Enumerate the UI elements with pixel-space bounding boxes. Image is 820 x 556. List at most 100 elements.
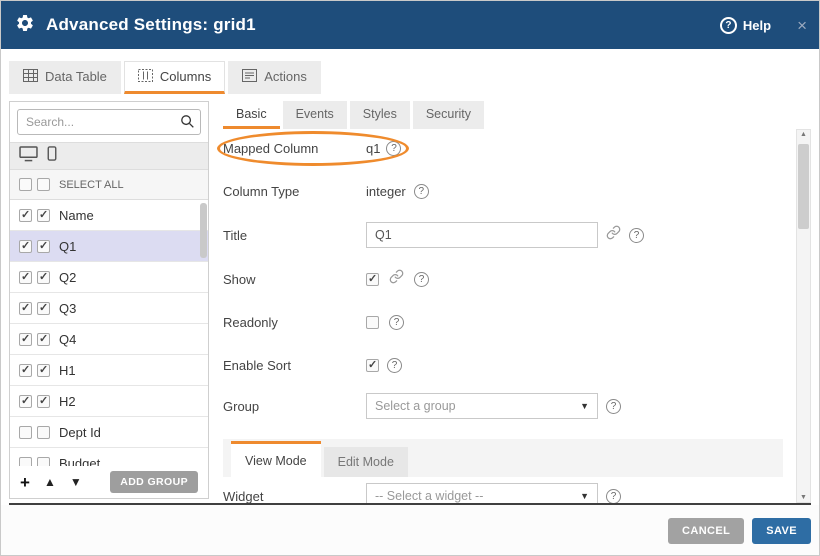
desktop-visibility-checkbox[interactable] [19, 333, 32, 346]
tab-label: Data Table [45, 69, 107, 84]
title-link-icon[interactable] [606, 225, 621, 245]
column-list-item[interactable]: Name [10, 200, 208, 231]
select-all-desktop-checkbox[interactable] [19, 178, 32, 191]
desktop-visibility-checkbox[interactable] [19, 457, 32, 467]
column-list-item[interactable]: Q4 [10, 324, 208, 355]
column-row-label: Name [59, 208, 94, 223]
enable-sort-label: Enable Sort [223, 358, 366, 373]
mobile-icon[interactable] [47, 146, 57, 166]
help-icon: ? [720, 17, 737, 34]
tab-columns[interactable]: Columns [124, 61, 225, 94]
tab-security[interactable]: Security [413, 101, 484, 129]
column-row-label: H2 [59, 394, 76, 409]
form-scrollbar-thumb[interactable] [798, 144, 809, 229]
mode-tabs-strip: View Mode Edit Mode [223, 439, 783, 477]
search-area [10, 102, 208, 142]
column-list-item[interactable]: H2 [10, 386, 208, 417]
dialog-footer: CANCEL SAVE [1, 505, 820, 556]
column-type-value: integer [366, 184, 406, 199]
mapped-column-value: q1 [366, 141, 380, 156]
mapped-column-row: Mapped Column q1 ? [223, 135, 783, 161]
search-input[interactable] [17, 109, 201, 135]
desktop-visibility-checkbox[interactable] [19, 302, 32, 315]
column-type-help-icon[interactable]: ? [414, 184, 429, 199]
save-button[interactable]: SAVE [752, 518, 811, 544]
mobile-visibility-checkbox[interactable] [37, 364, 50, 377]
readonly-checkbox[interactable] [366, 316, 379, 329]
list-scrollbar-thumb[interactable] [200, 203, 207, 258]
cancel-button[interactable]: CANCEL [668, 518, 744, 544]
scroll-down-icon[interactable]: ▼ [797, 494, 810, 501]
column-list-item[interactable]: Dept Id [10, 417, 208, 448]
show-row: Show ? [223, 266, 783, 292]
desktop-visibility-checkbox[interactable] [19, 271, 32, 284]
mobile-visibility-checkbox[interactable] [37, 457, 50, 467]
group-row: Group Select a group ▼ ? [223, 393, 783, 419]
tab-data-table[interactable]: Data Table [9, 61, 121, 94]
enable-sort-row: Enable Sort ? [223, 352, 783, 378]
tab-label: Columns [160, 69, 211, 84]
column-list-item[interactable]: Budget [10, 448, 208, 466]
readonly-row: Readonly ? [223, 309, 783, 335]
column-list-item[interactable]: H1 [10, 355, 208, 386]
select-all-row[interactable]: SELECT ALL [10, 170, 208, 200]
move-up-button[interactable]: ▲ [44, 476, 56, 488]
move-down-button[interactable]: ▼ [70, 476, 82, 488]
desktop-visibility-checkbox[interactable] [19, 395, 32, 408]
tab-events[interactable]: Events [283, 101, 347, 129]
tab-styles[interactable]: Styles [350, 101, 410, 129]
add-group-button[interactable]: ADD GROUP [110, 471, 198, 493]
mobile-visibility-checkbox[interactable] [37, 395, 50, 408]
show-checkbox[interactable] [366, 273, 379, 286]
main-tabs: Data Table Columns Actions [9, 61, 321, 94]
tab-basic[interactable]: Basic [223, 101, 280, 129]
desktop-visibility-checkbox[interactable] [19, 209, 32, 222]
form-scrollbar[interactable]: ▲ ▼ [796, 129, 811, 503]
advanced-settings-dialog: Advanced Settings: grid1 ? Help × Data T… [0, 0, 820, 556]
show-link-icon[interactable] [389, 269, 404, 289]
show-help-icon[interactable]: ? [414, 272, 429, 287]
dialog-header: Advanced Settings: grid1 ? Help × [1, 1, 820, 49]
title-input[interactable] [366, 222, 598, 248]
help-button[interactable]: ? Help [720, 17, 771, 34]
mobile-visibility-checkbox[interactable] [37, 240, 50, 253]
desktop-icon[interactable] [19, 146, 38, 167]
column-row-label: H1 [59, 363, 76, 378]
search-icon[interactable] [180, 114, 195, 134]
scroll-up-icon[interactable]: ▲ [797, 131, 810, 138]
mobile-visibility-checkbox[interactable] [37, 271, 50, 284]
tab-view-mode[interactable]: View Mode [231, 441, 321, 477]
column-type-row: Column Type integer ? [223, 178, 783, 204]
tab-actions[interactable]: Actions [228, 61, 321, 94]
select-all-mobile-checkbox[interactable] [37, 178, 50, 191]
column-list-item[interactable]: Q3 [10, 293, 208, 324]
tab-label: Actions [264, 69, 307, 84]
group-dropdown[interactable]: Select a group ▼ [366, 393, 598, 419]
mapped-column-help-icon[interactable]: ? [386, 141, 401, 156]
group-label: Group [223, 399, 366, 414]
add-column-button[interactable]: + [20, 474, 30, 491]
show-label: Show [223, 272, 366, 287]
mapped-column-label: Mapped Column [223, 141, 366, 156]
column-list-item[interactable]: Q2 [10, 262, 208, 293]
desktop-visibility-checkbox[interactable] [19, 240, 32, 253]
title-help-icon[interactable]: ? [629, 228, 644, 243]
desktop-visibility-checkbox[interactable] [19, 426, 32, 439]
list-toolbar: + ▲ ▼ ADD GROUP [10, 466, 208, 498]
mobile-visibility-checkbox[interactable] [37, 209, 50, 222]
mobile-visibility-checkbox[interactable] [37, 426, 50, 439]
mobile-visibility-checkbox[interactable] [37, 333, 50, 346]
tab-edit-mode[interactable]: Edit Mode [324, 447, 408, 477]
gear-icon [15, 13, 35, 38]
desktop-visibility-checkbox[interactable] [19, 364, 32, 377]
readonly-help-icon[interactable]: ? [389, 315, 404, 330]
widget-help-icon[interactable]: ? [606, 489, 621, 504]
group-help-icon[interactable]: ? [606, 399, 621, 414]
enable-sort-checkbox[interactable] [366, 359, 379, 372]
mobile-visibility-checkbox[interactable] [37, 302, 50, 315]
column-type-label: Column Type [223, 184, 366, 199]
enable-sort-help-icon[interactable]: ? [387, 358, 402, 373]
close-icon[interactable]: × [797, 17, 807, 34]
column-list-item[interactable]: Q1 [10, 231, 208, 262]
columns-list-panel: SELECT ALL Name Q1 Q2 Q3 Q4 H1 H2 Dept I… [9, 101, 209, 499]
